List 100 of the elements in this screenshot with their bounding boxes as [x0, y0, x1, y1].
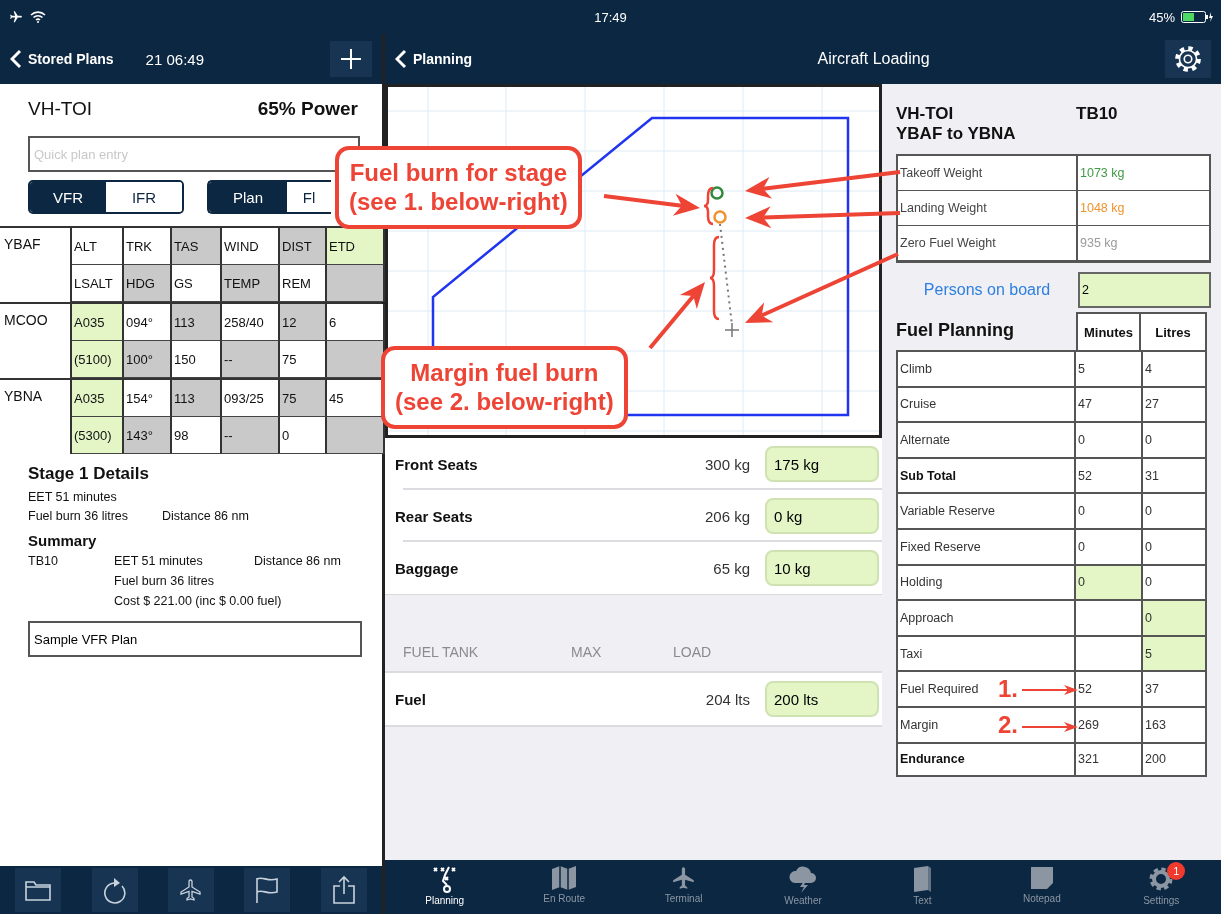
book-icon [911, 865, 934, 893]
weight-label: Zero Fuel Weight [898, 226, 1078, 261]
settings-button[interactable] [1165, 40, 1211, 78]
back-button[interactable]: Planning [395, 49, 473, 69]
table-cell: 6 [327, 304, 385, 341]
detail-text: EET 51 minutes [28, 489, 117, 506]
toolbar-button[interactable] [320, 868, 367, 912]
back-chevron-icon [395, 49, 407, 69]
table-cell: 100° [124, 341, 172, 378]
power-setting: 65% Power [257, 98, 358, 120]
cloud-lightning-icon [787, 865, 818, 893]
row-label: Alternate [896, 421, 1076, 457]
table-cell: ALT [72, 228, 124, 265]
wifi-icon [30, 11, 46, 23]
column-header: FUEL TANK [403, 644, 480, 660]
route-text: YBAF to YBNA [896, 124, 1017, 144]
table-cell: DIST [280, 228, 327, 265]
table-cell: 0 [1141, 492, 1207, 528]
max-weight: 65 kg [712, 559, 750, 577]
table-cell: 150 [172, 341, 222, 378]
aircraft-type: TB10 [1076, 104, 1118, 125]
table-cell: -- [222, 417, 280, 454]
weight-value: 935 kg [1078, 226, 1209, 261]
flag-icon [254, 876, 281, 904]
detail-text: Distance 86 nm [254, 553, 342, 570]
table-cell: 37 [1141, 670, 1207, 706]
table-cell: 52 [1076, 670, 1141, 706]
back-button[interactable]: Stored Plans [10, 49, 114, 69]
table-cell[interactable]: 0 [1141, 599, 1207, 635]
toolbar-button[interactable] [15, 868, 62, 912]
table-cell[interactable]: 5 [1141, 634, 1207, 671]
table-cell[interactable]: 0 [1076, 563, 1141, 600]
weight-label: Takeoff Weight [898, 156, 1078, 191]
load-field[interactable]: 10 kg [765, 550, 879, 586]
table-cell: A035 [72, 304, 124, 341]
tab[interactable]: Notepad [982, 860, 1102, 914]
table-cell: 0 [1141, 421, 1207, 457]
row-label: Fixed Reserve [896, 527, 1076, 564]
table-cell: 269 [1076, 705, 1141, 742]
table-cell: 143° [124, 417, 172, 454]
segment-option[interactable]: VFR [30, 182, 106, 212]
row-label: Endurance [896, 741, 1076, 778]
detail-text: Fuel burn 36 litres [28, 508, 129, 525]
table-cell: ETD [327, 228, 385, 265]
tab[interactable]: Settings 1 [1101, 860, 1221, 914]
table-cell: 4 [1141, 350, 1207, 386]
table-cell: 0 [1076, 527, 1141, 564]
table-cell: 0 [1076, 492, 1141, 528]
step-marker: 1. [998, 677, 1018, 701]
table-cell: -- [222, 341, 280, 378]
annotation-arrow [1021, 722, 1078, 732]
annotation-arrow [648, 282, 705, 350]
row-label: Climb [896, 350, 1076, 386]
table-cell: 31 [1141, 456, 1207, 493]
load-field[interactable]: 175 kg [765, 446, 879, 482]
table-cell: 0 [1141, 563, 1207, 600]
callout-box: Fuel burn for stage (see 1. below-right) [335, 146, 582, 229]
toolbar-button[interactable] [91, 868, 138, 912]
detail-text: TB10 [28, 553, 59, 570]
table-cell: LSALT [72, 265, 124, 302]
table-cell: REM [280, 265, 327, 302]
detail-text: Cost $ 221.00 (inc $ 0.00 fuel) [114, 593, 283, 610]
weight-label: Landing Weight [898, 191, 1078, 226]
table-cell: 47 [1076, 385, 1141, 422]
tab[interactable]: Planning [385, 860, 505, 914]
table-cell: TEMP [222, 265, 280, 302]
tab[interactable]: Weather [743, 860, 863, 914]
table-cell: 27 [1141, 385, 1207, 422]
tab[interactable]: En Route [504, 860, 624, 914]
table-cell: 0 [280, 417, 327, 454]
row-label: Taxi [896, 634, 1076, 671]
segment-option[interactable]: Plan [209, 182, 287, 212]
map-icon [550, 865, 579, 891]
load-field[interactable]: 200 lts [765, 681, 879, 717]
table-cell: 154° [124, 380, 172, 417]
tank-name: Fuel [395, 690, 427, 708]
column-header: MAX [571, 644, 603, 660]
tab[interactable]: Text [862, 860, 983, 914]
persons-label: Persons on board [922, 281, 1052, 299]
tab[interactable]: Terminal [623, 860, 744, 914]
detail-text: Distance 86 nm [162, 508, 249, 525]
weight-value: 1073 kg [1078, 156, 1209, 191]
notes-field[interactable]: Sample VFR Plan [28, 621, 362, 657]
add-button[interactable] [330, 41, 372, 77]
table-cell: (5100) [72, 341, 124, 378]
station-name: Rear Seats [395, 507, 474, 525]
toolbar-button[interactable] [167, 868, 214, 912]
status-time: 17:49 [594, 9, 627, 25]
folder-icon [25, 879, 52, 901]
max-weight: 206 kg [703, 507, 750, 525]
notification-badge: 1 [1167, 862, 1186, 880]
table-cell: 094° [124, 304, 172, 341]
battery-charging-icon [1181, 11, 1213, 23]
route-icon [431, 865, 458, 893]
persons-field[interactable]: 2 [1078, 272, 1211, 308]
table-cell: 258/40 [222, 304, 280, 341]
table-cell: WIND [222, 228, 280, 265]
toolbar-button[interactable] [244, 868, 291, 912]
table-cell: HDG [124, 265, 172, 302]
load-field[interactable]: 0 kg [765, 498, 879, 534]
